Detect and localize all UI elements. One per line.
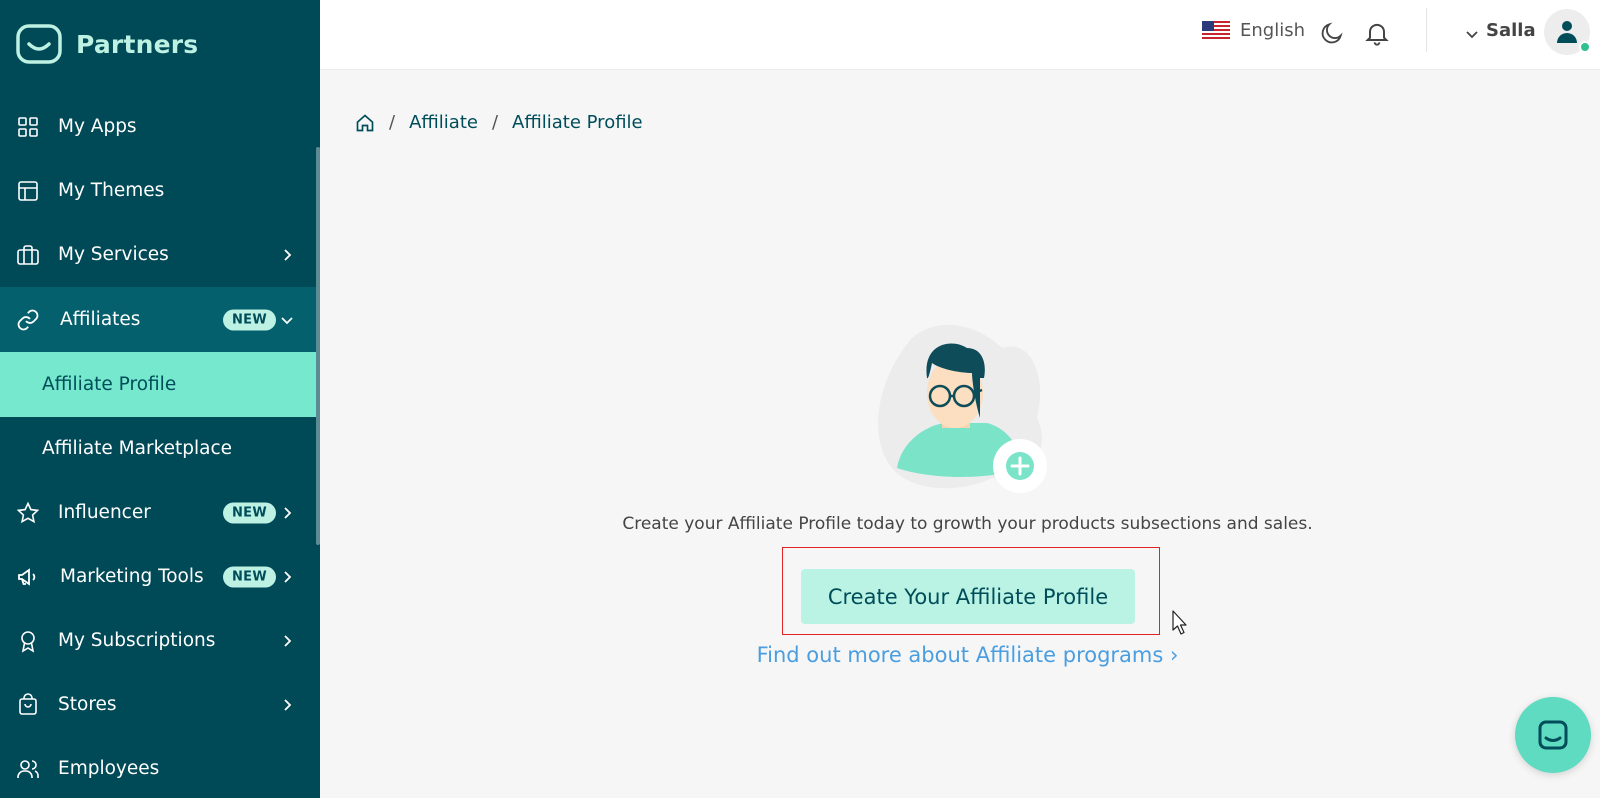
sidebar-item-affiliate-profile[interactable]: Affiliate Profile <box>0 352 320 417</box>
language-label: English <box>1240 20 1305 41</box>
sidebar-item-label: Affiliate Profile <box>42 374 177 395</box>
sidebar-item-my-themes[interactable]: My Themes <box>0 158 320 223</box>
new-badge: NEW <box>223 309 276 330</box>
bell-icon[interactable] <box>1363 19 1391 47</box>
chat-icon <box>1538 720 1568 750</box>
award-icon <box>21 630 35 653</box>
user-name[interactable]: Salla <box>1486 20 1536 41</box>
sidebar-item-my-apps[interactable]: My Apps <box>0 94 320 159</box>
layout-icon <box>18 180 38 201</box>
megaphone-icon <box>18 567 36 586</box>
shopping-bag-icon <box>19 692 37 715</box>
affiliate-profile-illustration <box>878 324 1047 493</box>
mouse-cursor-icon <box>1172 610 1187 635</box>
chevron-right-icon <box>284 248 292 261</box>
us-flag-icon <box>1202 20 1230 41</box>
breadcrumb: / Affiliate / Affiliate Profile <box>355 112 643 133</box>
chevron-right-icon <box>284 570 292 583</box>
empty-state-description: Create your Affiliate Profile today to g… <box>622 514 1313 534</box>
breadcrumb-affiliate[interactable]: Affiliate <box>409 112 478 133</box>
chevron-down-icon[interactable] <box>1465 27 1479 41</box>
sidebar-item-stores[interactable]: Stores <box>0 672 320 737</box>
chevron-right-icon <box>284 634 292 647</box>
sidebar-item-label: Employees <box>58 758 160 779</box>
header-divider <box>1426 8 1427 52</box>
brand-name: Partners <box>76 29 199 59</box>
sidebar-item-my-services[interactable]: My Services <box>0 222 320 287</box>
sidebar-item-my-subscriptions[interactable]: My Subscriptions <box>0 608 320 673</box>
chevron-down-icon <box>281 316 293 324</box>
sidebar: Partners My Apps My Themes My Services A… <box>0 0 320 798</box>
sidebar-item-marketing-tools[interactable]: Marketing Tools NEW <box>0 544 320 609</box>
new-badge: NEW <box>223 502 276 523</box>
user-icon <box>1557 21 1577 43</box>
language-switcher[interactable]: English <box>1202 20 1305 41</box>
sidebar-scrollbar[interactable] <box>316 147 320 545</box>
sidebar-item-label: Stores <box>58 694 117 715</box>
top-bar: English Salla <box>320 0 1600 70</box>
sidebar-item-label: Marketing Tools <box>60 566 204 587</box>
sidebar-item-affiliate-marketplace[interactable]: Affiliate Marketplace <box>0 416 320 481</box>
create-affiliate-profile-button[interactable]: Create Your Affiliate Profile <box>801 569 1135 624</box>
grid-icon <box>18 116 38 137</box>
breadcrumb-affiliate-profile: Affiliate Profile <box>512 112 643 133</box>
partners-logo-icon <box>16 24 62 64</box>
sidebar-item-employees[interactable]: Employees <box>0 736 320 798</box>
link-icon <box>17 309 39 330</box>
learn-more-link[interactable]: Find out more about Affiliate programs › <box>700 643 1235 667</box>
home-icon[interactable] <box>355 113 375 133</box>
sidebar-item-affiliates[interactable]: Affiliates NEW <box>0 287 320 352</box>
online-status-dot <box>1579 41 1591 53</box>
moon-icon[interactable] <box>1319 20 1345 46</box>
breadcrumb-separator: / <box>389 112 396 133</box>
brand[interactable]: Partners <box>16 24 198 64</box>
new-badge: NEW <box>223 566 276 587</box>
breadcrumb-separator: / <box>491 112 499 133</box>
sidebar-item-label: My Services <box>58 244 169 265</box>
sidebar-item-label: Affiliate Marketplace <box>42 438 233 459</box>
sidebar-item-label: Affiliates <box>60 309 141 330</box>
briefcase-icon <box>17 244 39 265</box>
sidebar-item-label: My Subscriptions <box>58 630 216 651</box>
sidebar-item-influencer[interactable]: Influencer NEW <box>0 480 320 545</box>
star-icon <box>16 501 40 523</box>
chevron-right-icon <box>284 698 292 711</box>
users-icon <box>17 759 39 778</box>
avatar[interactable] <box>1544 9 1591 55</box>
sidebar-item-label: My Themes <box>58 180 165 201</box>
chat-button[interactable] <box>1515 697 1591 773</box>
sidebar-item-label: Influencer <box>58 502 151 523</box>
sidebar-item-label: My Apps <box>58 116 137 137</box>
chevron-right-icon <box>284 506 292 519</box>
